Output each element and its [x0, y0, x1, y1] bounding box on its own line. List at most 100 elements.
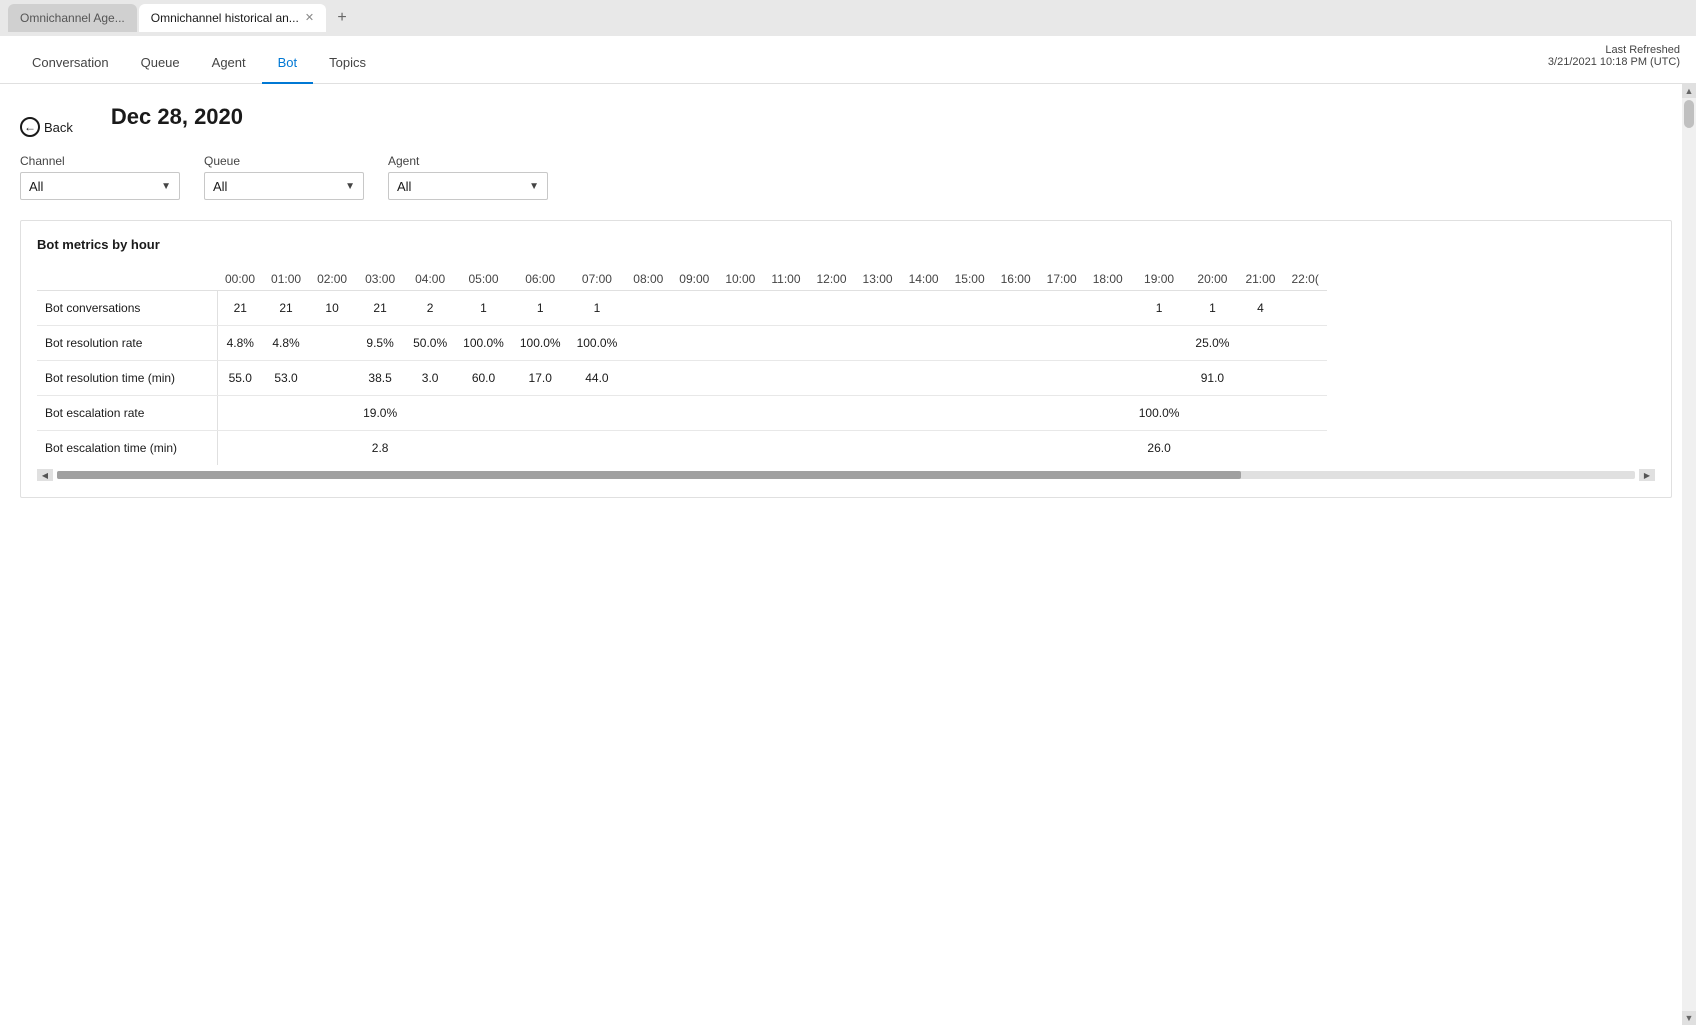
table-cell: 100.0% — [569, 326, 626, 361]
table-cell: 100.0% — [1131, 396, 1188, 431]
table-cell — [947, 396, 993, 431]
back-button[interactable]: ← Back — [20, 117, 73, 137]
table-cell: 4 — [1237, 291, 1283, 326]
table-cell — [809, 431, 855, 466]
table-cell — [1131, 361, 1188, 396]
filters-row: Channel All ▼ Queue All ▼ Agent All ▼ — [20, 154, 1672, 200]
tab-1[interactable]: Omnichannel Age... — [8, 4, 137, 32]
table-cell: 10 — [309, 291, 355, 326]
horizontal-scrollbar[interactable]: ◀ ▶ — [37, 469, 1655, 481]
table-cell: 91.0 — [1187, 361, 1237, 396]
table-cell — [217, 431, 263, 466]
tab-topics-label: Topics — [329, 55, 366, 70]
table-header-hour: 17:00 — [1039, 268, 1085, 291]
table-cell — [1187, 431, 1237, 466]
back-icon: ← — [20, 117, 40, 137]
table-header-hour: 06:00 — [512, 268, 569, 291]
new-tab-button[interactable]: + — [328, 4, 356, 32]
page-content: ← Back Dec 28, 2020 Channel All ▼ Queue … — [0, 84, 1696, 1025]
table-cell — [1283, 396, 1326, 431]
table-cell: 50.0% — [405, 326, 455, 361]
table-header-hour: 18:00 — [1085, 268, 1131, 291]
tab-2-label: Omnichannel historical an... — [151, 11, 299, 25]
tab-2[interactable]: Omnichannel historical an... ✕ — [139, 4, 326, 32]
tab-bot[interactable]: Bot — [262, 43, 314, 84]
table-header-hour: 05:00 — [455, 268, 512, 291]
table-cell: 44.0 — [569, 361, 626, 396]
table-cell — [1283, 291, 1326, 326]
table-cell — [569, 431, 626, 466]
table-header-hour: 09:00 — [671, 268, 717, 291]
table-header-hour: 03:00 — [355, 268, 405, 291]
table-header-hour: 16:00 — [993, 268, 1039, 291]
metrics-card-title: Bot metrics by hour — [37, 237, 1655, 252]
table-cell — [947, 361, 993, 396]
table-cell — [1187, 396, 1237, 431]
table-cell: 9.5% — [355, 326, 405, 361]
table-cell — [1283, 431, 1326, 466]
table-cell — [947, 431, 993, 466]
tab-queue-label: Queue — [141, 55, 180, 70]
scroll-track[interactable] — [57, 471, 1635, 479]
scroll-thumb[interactable] — [57, 471, 1241, 479]
filter-agent-value: All — [397, 179, 411, 194]
table-cell — [1131, 326, 1188, 361]
table-cell: 60.0 — [455, 361, 512, 396]
filter-agent-select[interactable]: All ▼ — [388, 172, 548, 200]
filter-channel-select[interactable]: All ▼ — [20, 172, 180, 200]
table-cell — [455, 431, 512, 466]
table-cell — [901, 326, 947, 361]
table-cell — [717, 361, 763, 396]
row-label: Bot escalation time (min) — [37, 431, 217, 466]
vertical-scrollbar[interactable]: ▲ ▼ — [1682, 84, 1696, 1025]
table-cell: 1 — [455, 291, 512, 326]
table-cell — [1085, 396, 1131, 431]
table-cell — [569, 396, 626, 431]
table-header-hour: 15:00 — [947, 268, 993, 291]
table-cell — [947, 291, 993, 326]
tab-agent[interactable]: Agent — [196, 43, 262, 84]
chevron-down-icon-3: ▼ — [529, 181, 539, 192]
table-cell — [855, 326, 901, 361]
last-refreshed-label: Last Refreshed — [1548, 44, 1680, 56]
table-cell — [309, 361, 355, 396]
table-cell — [1283, 326, 1326, 361]
scroll-down-icon[interactable]: ▼ — [1682, 1011, 1696, 1025]
table-cell — [717, 396, 763, 431]
table-cell: 1 — [569, 291, 626, 326]
scroll-right-icon[interactable]: ▶ — [1639, 469, 1655, 481]
tab-queue[interactable]: Queue — [125, 43, 196, 84]
table-cell: 100.0% — [512, 326, 569, 361]
table-cell — [625, 326, 671, 361]
scroll-up-icon[interactable]: ▲ — [1682, 84, 1696, 98]
table-cell — [309, 396, 355, 431]
tab-2-close-icon[interactable]: ✕ — [305, 13, 314, 24]
nav-tabs: Conversation Queue Agent Bot Topics — [16, 43, 382, 83]
table-cell — [809, 361, 855, 396]
table-cell: 100.0% — [455, 326, 512, 361]
table-cell — [993, 396, 1039, 431]
table-cell: 1 — [1187, 291, 1237, 326]
table-cell — [855, 361, 901, 396]
vertical-scroll-thumb — [1684, 100, 1694, 128]
table-header-hour: 19:00 — [1131, 268, 1188, 291]
table-cell — [1039, 326, 1085, 361]
table-cell — [671, 291, 717, 326]
back-section: ← Back Dec 28, 2020 — [20, 104, 1672, 150]
app-container: Conversation Queue Agent Bot Topics Last… — [0, 36, 1696, 1025]
tab-topics[interactable]: Topics — [313, 43, 382, 84]
table-cell — [671, 326, 717, 361]
table-cell: 19.0% — [355, 396, 405, 431]
table-cell — [309, 431, 355, 466]
table-header-hour: 01:00 — [263, 268, 309, 291]
filter-channel-label: Channel — [20, 154, 180, 168]
scroll-left-icon[interactable]: ◀ — [37, 469, 53, 481]
table-row: Bot resolution rate4.8%4.8%9.5%50.0%100.… — [37, 326, 1327, 361]
filter-queue-select[interactable]: All ▼ — [204, 172, 364, 200]
filter-agent-group: Agent All ▼ — [388, 154, 548, 200]
tab-conversation[interactable]: Conversation — [16, 43, 125, 84]
table-cell — [809, 291, 855, 326]
metrics-table-wrapper[interactable]: 00:0001:0002:0003:0004:0005:0006:0007:00… — [37, 268, 1655, 465]
table-cell — [1085, 326, 1131, 361]
table-header-hour: 22:0( — [1283, 268, 1326, 291]
